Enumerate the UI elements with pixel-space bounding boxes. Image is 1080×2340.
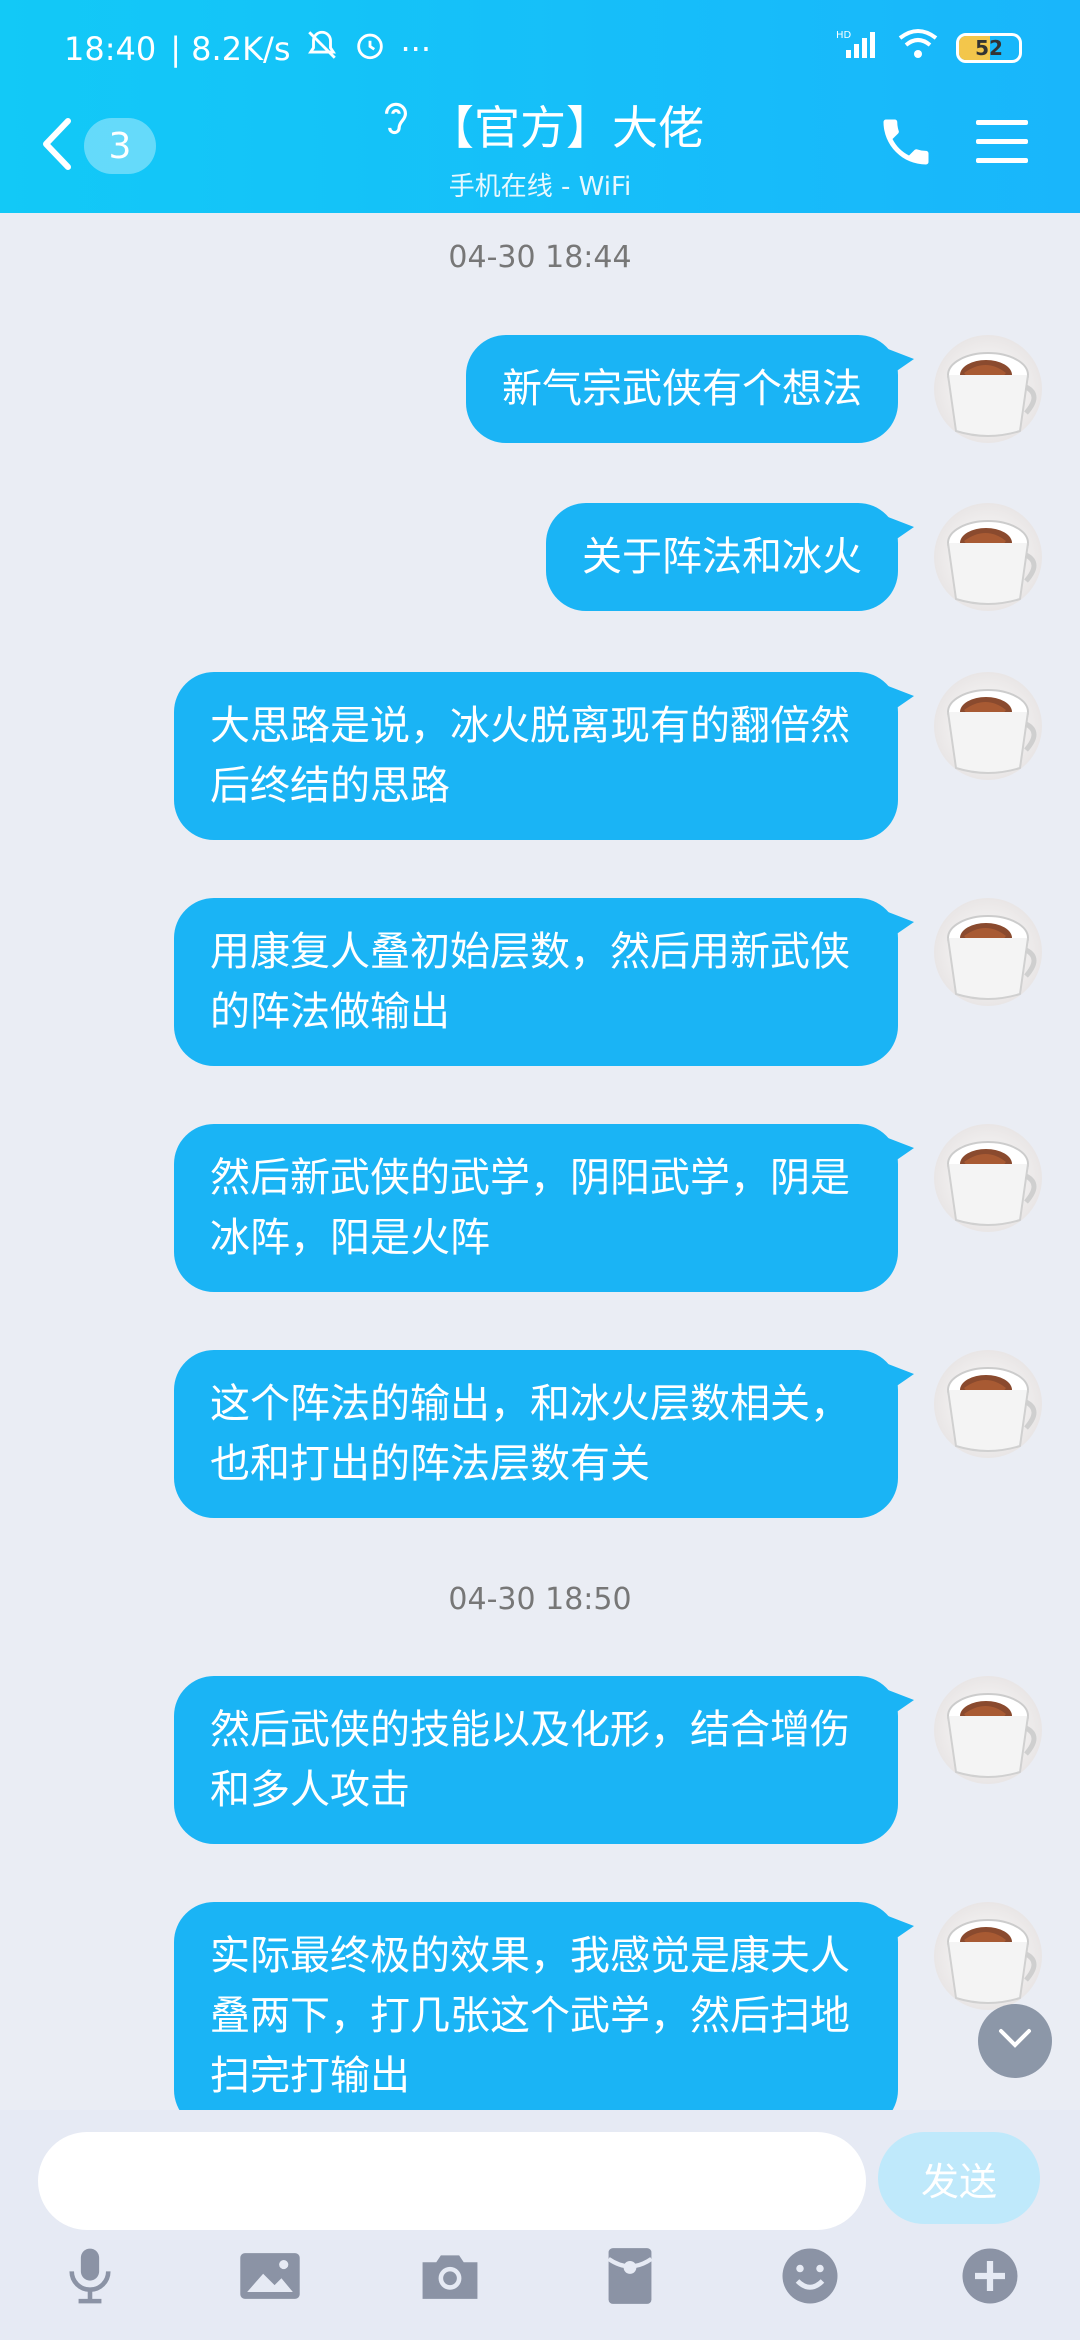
avatar[interactable]	[934, 1902, 1042, 2010]
status-bar: 18:40 | 8.2K/s ··· HD 52	[0, 0, 1080, 90]
message-bubble[interactable]: 然后武侠的技能以及化形，结合增伤和多人攻击	[174, 1676, 914, 1844]
voice-button[interactable]	[54, 2242, 126, 2314]
more-status-icon: ···	[400, 30, 432, 68]
avatar[interactable]	[934, 503, 1042, 611]
send-button[interactable]: 发送	[878, 2132, 1040, 2224]
camera-button[interactable]	[414, 2242, 486, 2314]
network-speed: | 8.2K/s	[170, 30, 291, 68]
chat-title: 【官方】大佬	[428, 101, 704, 155]
camera-icon	[418, 2248, 482, 2308]
image-icon	[238, 2248, 302, 2308]
message-bubble[interactable]: 新气宗武侠有个想法	[466, 335, 914, 443]
message-bubble[interactable]: 用康复人叠初始层数，然后用新武侠的阵法做输出	[174, 898, 914, 1066]
message-bubble[interactable]: 实际最终极的效果，我感觉是康夫人叠两下，打几张这个武学，然后扫地扫完打输出	[174, 1902, 914, 2130]
input-toolbar	[0, 2242, 1080, 2322]
status-time: 18:40	[64, 30, 157, 68]
image-button[interactable]	[234, 2242, 306, 2314]
avatar[interactable]	[934, 335, 1042, 443]
avatar[interactable]	[934, 672, 1042, 780]
message-timestamp: 04-30 18:44	[448, 240, 632, 275]
red-packet-icon	[602, 2246, 658, 2310]
signal-label: HD	[836, 30, 852, 41]
avatar[interactable]	[934, 898, 1042, 1006]
red-packet-button[interactable]	[594, 2242, 666, 2314]
message-bubble[interactable]: 关于阵法和冰火	[546, 503, 914, 611]
message-input[interactable]	[38, 2132, 866, 2230]
wifi-icon	[898, 28, 938, 68]
avatar[interactable]	[934, 1124, 1042, 1232]
mute-bell-icon	[305, 28, 339, 70]
microphone-icon	[62, 2244, 118, 2312]
menu-icon	[976, 120, 1028, 170]
avatar[interactable]	[934, 1676, 1042, 1784]
plus-icon	[960, 2246, 1020, 2310]
message-bubble[interactable]: 这个阵法的输出，和冰火层数相关，也和打出的阵法层数有关	[174, 1350, 914, 1518]
scroll-to-bottom-button[interactable]	[978, 2004, 1052, 2078]
emoji-button[interactable]	[774, 2242, 846, 2314]
avatar[interactable]	[934, 1350, 1042, 1458]
ear-icon	[376, 98, 416, 153]
more-actions-button[interactable]	[954, 2242, 1026, 2314]
message-bubble[interactable]: 然后新武侠的武学，阴阳武学，阴是冰阵，阳是火阵	[174, 1124, 914, 1292]
emoji-icon	[780, 2246, 840, 2310]
message-timestamp: 04-30 18:50	[448, 1582, 632, 1617]
chevron-down-icon	[997, 2027, 1033, 2055]
cell-signal-icon: HD	[836, 28, 880, 68]
battery-indicator: 52	[956, 33, 1022, 63]
alarm-icon	[353, 28, 387, 70]
phone-icon	[876, 119, 936, 176]
menu-button[interactable]	[976, 118, 1028, 166]
message-bubble[interactable]: 大思路是说，冰火脱离现有的翻倍然后终结的思路	[174, 672, 914, 840]
chat-header: 18:40 | 8.2K/s ··· HD 52 3 【官方】大佬 手机在线 -…	[0, 0, 1080, 213]
call-button[interactable]	[876, 112, 936, 172]
battery-level: 52	[975, 36, 1003, 60]
